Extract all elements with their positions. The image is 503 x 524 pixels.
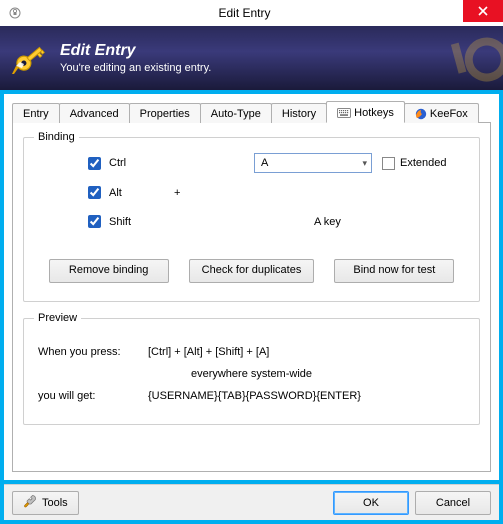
ok-label: OK — [363, 497, 379, 509]
bind-now-label: Bind now for test — [353, 264, 435, 276]
alt-checkbox-row[interactable]: Alt — [84, 183, 174, 202]
get-value: {USERNAME}{TAB}{PASSWORD}{ENTER} — [148, 390, 361, 402]
key-select-value: A — [261, 157, 268, 169]
tab-keefox-label: KeeFox — [430, 108, 468, 120]
tab-hotkeys[interactable]: Hotkeys — [326, 101, 405, 123]
dialog-footer: Tools OK Cancel — [4, 484, 499, 520]
tab-keefox[interactable]: KeeFox — [404, 103, 479, 123]
wrench-icon — [23, 494, 37, 511]
tab-properties[interactable]: Properties — [129, 103, 201, 123]
tools-label: Tools — [42, 497, 68, 509]
tab-advanced-label: Advanced — [70, 108, 119, 120]
binding-legend: Binding — [34, 131, 79, 143]
tab-autotype[interactable]: Auto-Type — [200, 103, 272, 123]
ctrl-checkbox-row[interactable]: Ctrl — [84, 154, 174, 173]
binding-group: Binding Ctrl A ▾ Extended — [23, 131, 480, 302]
tab-advanced[interactable]: Advanced — [59, 103, 130, 123]
alt-label: Alt — [109, 187, 122, 199]
scope-label: everywhere system-wide — [38, 368, 465, 380]
decorative-key-icon — [423, 26, 503, 90]
lock-icon — [4, 7, 26, 19]
tab-history[interactable]: History — [271, 103, 327, 123]
when-you-press-label: When you press: — [38, 346, 148, 358]
tools-button[interactable]: Tools — [12, 491, 79, 515]
tab-hotkeys-label: Hotkeys — [354, 107, 394, 119]
extended-label: Extended — [400, 157, 446, 169]
alt-checkbox[interactable] — [88, 186, 101, 199]
keyboard-icon — [337, 108, 351, 118]
tab-entry[interactable]: Entry — [12, 103, 60, 123]
chevron-down-icon: ▾ — [362, 158, 367, 169]
keefox-icon — [415, 108, 427, 120]
tab-entry-label: Entry — [23, 108, 49, 120]
a-key-label: A key — [254, 216, 469, 228]
bind-now-button[interactable]: Bind now for test — [334, 259, 454, 283]
check-duplicates-button[interactable]: Check for duplicates — [189, 259, 315, 283]
header-banner: Edit Entry You're editing an existing en… — [0, 26, 503, 90]
remove-binding-button[interactable]: Remove binding — [49, 259, 169, 283]
shift-checkbox-row[interactable]: Shift — [84, 212, 174, 231]
preview-group: Preview When you press: [Ctrl] + [Alt] +… — [23, 312, 480, 425]
tab-strip: Entry Advanced Properties Auto-Type Hist… — [12, 100, 491, 122]
window-title: Edit Entry — [26, 6, 503, 20]
cancel-label: Cancel — [436, 497, 470, 509]
you-will-get-label: you will get: — [38, 390, 148, 402]
tab-autotype-label: Auto-Type — [211, 108, 261, 120]
press-value: [Ctrl] + [Alt] + [Shift] + [A] — [148, 346, 269, 358]
plus-label: + — [174, 187, 254, 199]
tab-history-label: History — [282, 108, 316, 120]
shift-label: Shift — [109, 216, 131, 228]
titlebar: Edit Entry — [0, 0, 503, 26]
ctrl-label: Ctrl — [109, 157, 126, 169]
header-subtitle: You're editing an existing entry. — [60, 62, 211, 74]
ok-button[interactable]: OK — [333, 491, 409, 515]
ctrl-checkbox[interactable] — [88, 157, 101, 170]
close-button[interactable] — [463, 0, 503, 22]
extended-checkbox[interactable] — [382, 157, 395, 170]
cancel-button[interactable]: Cancel — [415, 491, 491, 515]
tab-panel-hotkeys: Binding Ctrl A ▾ Extended — [12, 122, 491, 472]
key-icon — [10, 38, 50, 78]
remove-binding-label: Remove binding — [69, 264, 149, 276]
shift-checkbox[interactable] — [88, 215, 101, 228]
header-title: Edit Entry — [60, 42, 211, 60]
tab-properties-label: Properties — [140, 108, 190, 120]
extended-checkbox-row[interactable]: Extended — [382, 157, 446, 170]
key-select[interactable]: A ▾ — [254, 153, 372, 173]
preview-legend: Preview — [34, 312, 81, 324]
check-duplicates-label: Check for duplicates — [202, 264, 302, 276]
